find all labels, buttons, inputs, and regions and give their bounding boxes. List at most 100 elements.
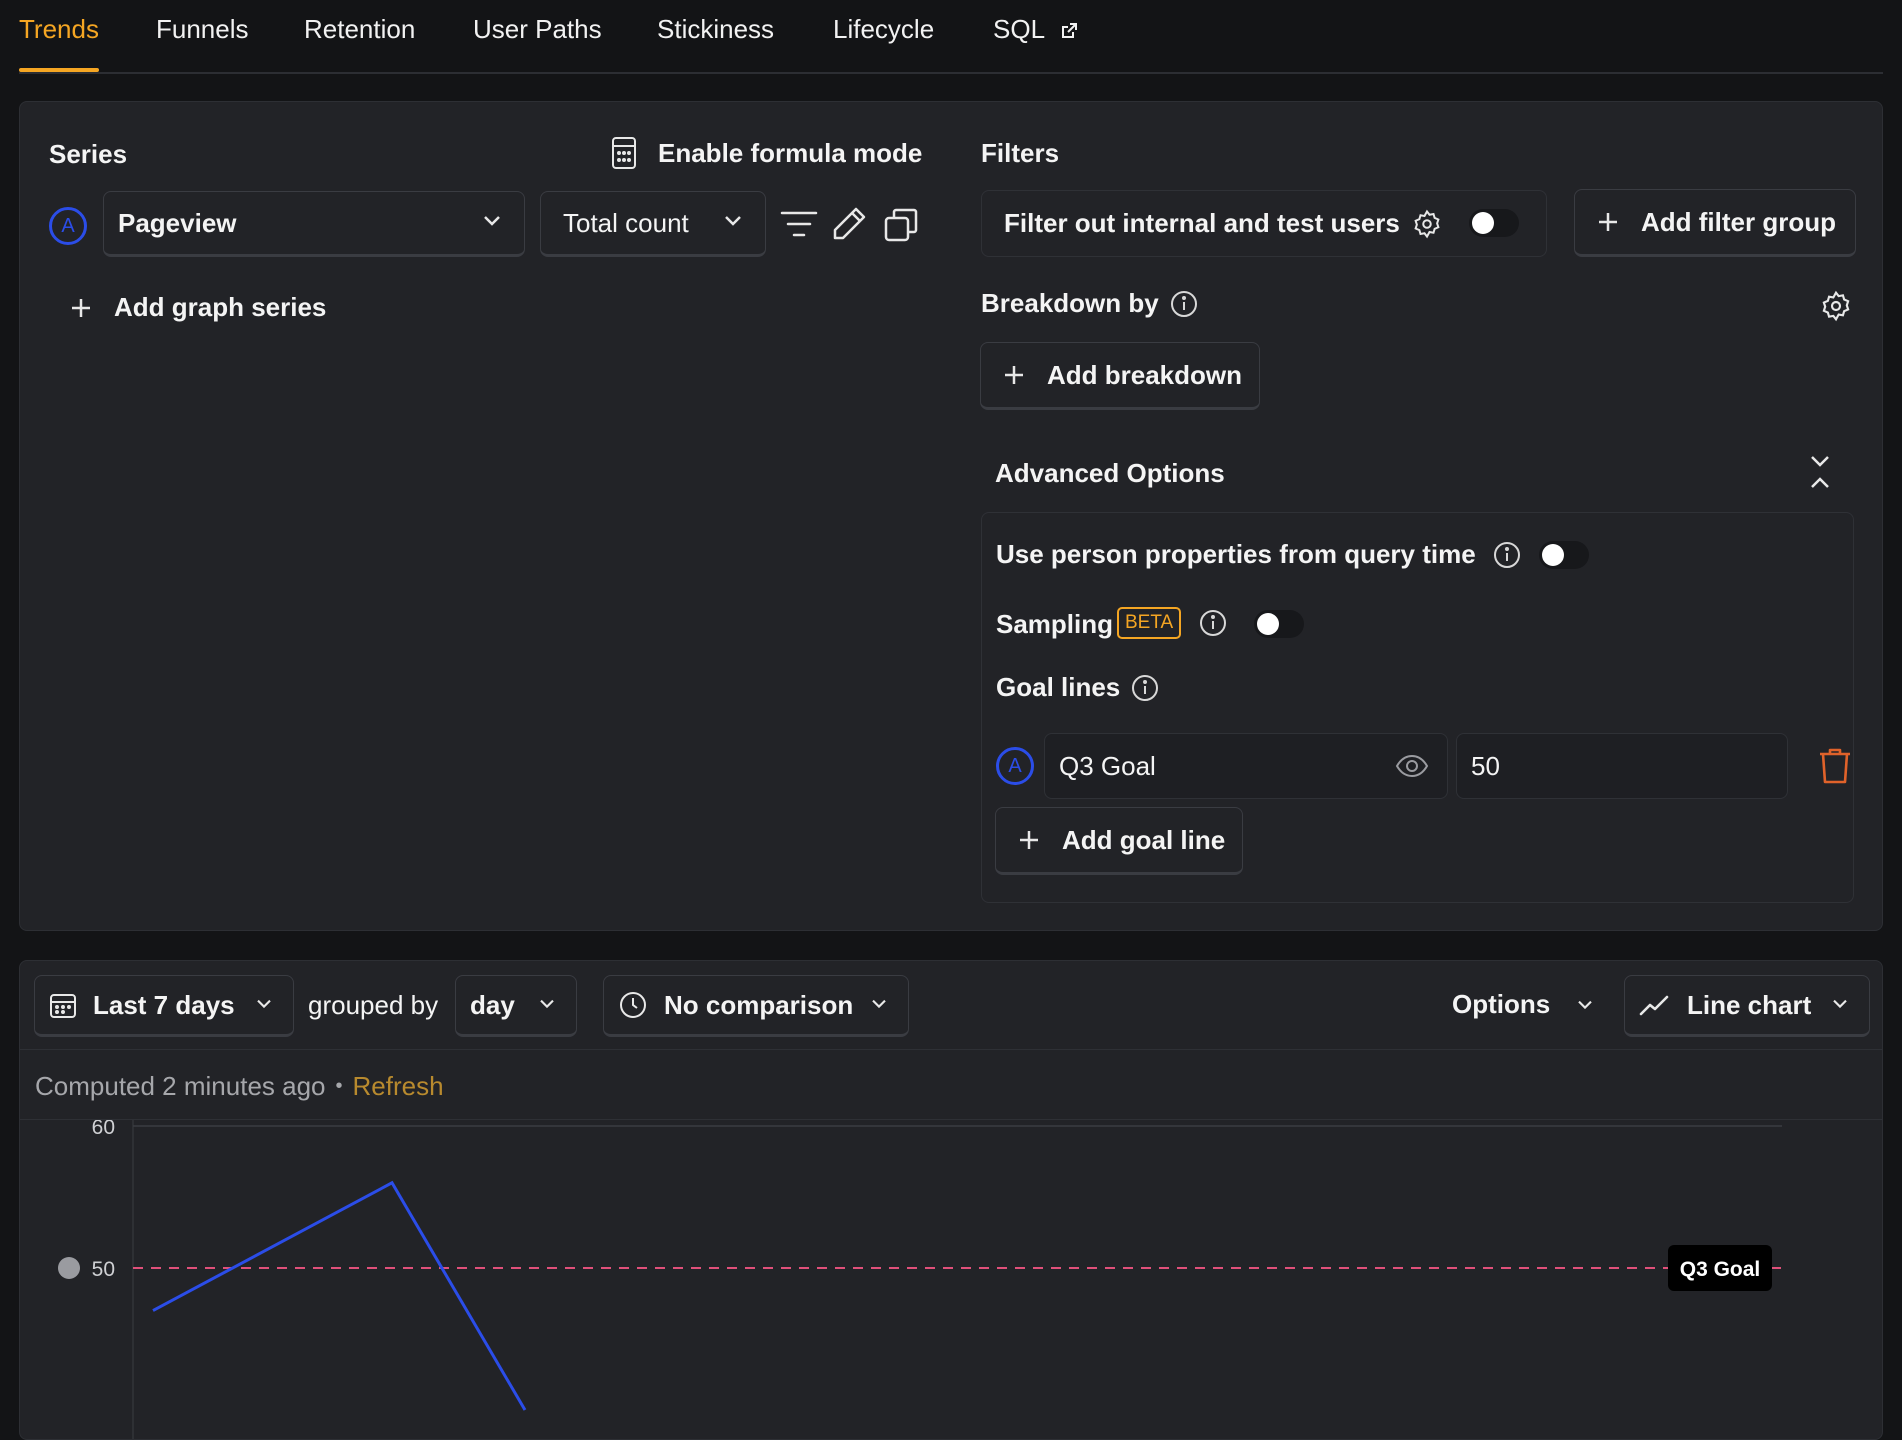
- toggle-knob: [1542, 544, 1564, 566]
- tab-sql[interactable]: SQL: [993, 14, 1079, 45]
- tab-retention[interactable]: Retention: [304, 14, 415, 45]
- goal-line-marker: [58, 1257, 80, 1279]
- eye-icon[interactable]: [1395, 754, 1429, 778]
- goal-line-value: 50: [1471, 750, 1500, 781]
- person-props-toggle[interactable]: [1539, 541, 1589, 569]
- duplicate-series-icon[interactable]: [884, 208, 918, 242]
- math-select-value: Total count: [563, 207, 689, 238]
- add-breakdown-label: Add breakdown: [1047, 359, 1243, 390]
- chevron-down-icon: [723, 214, 743, 228]
- advanced-options-heading: Advanced Options: [995, 458, 1225, 488]
- add-goal-line-label: Add goal line: [1062, 824, 1226, 855]
- series-filter-icon[interactable]: [780, 208, 818, 242]
- breakdown-heading: Breakdown by: [981, 288, 1199, 319]
- chevron-down-icon: [1831, 998, 1849, 1010]
- sampling-toggle[interactable]: [1254, 610, 1304, 638]
- plus-icon: [1003, 364, 1025, 386]
- event-select-value: Pageview: [118, 207, 237, 238]
- chart-type-value: Line chart: [1687, 989, 1812, 1020]
- date-range-value: Last 7 days: [93, 989, 235, 1020]
- chevron-down-icon: [255, 998, 273, 1010]
- test-users-filter-label: Filter out internal and test users: [1004, 208, 1400, 238]
- filters-heading: Filters: [981, 138, 1060, 168]
- calendar-icon: [49, 991, 77, 1019]
- refresh-link[interactable]: Refresh: [353, 1071, 444, 1102]
- series-heading: Series: [49, 139, 128, 169]
- chevron-down-icon: [538, 998, 556, 1010]
- toggle-knob: [1257, 613, 1279, 635]
- delete-trash-icon[interactable]: [1818, 747, 1852, 785]
- tab-funnels[interactable]: Funnels: [156, 14, 249, 45]
- add-filter-group-button[interactable]: Add filter group: [1574, 189, 1856, 257]
- date-range-select[interactable]: Last 7 days: [34, 975, 294, 1037]
- y-tick-label: 60: [92, 1120, 115, 1139]
- external-link-icon: [1059, 21, 1079, 41]
- interval-select[interactable]: day: [455, 975, 577, 1037]
- y-tick-label: 50: [92, 1258, 115, 1281]
- toggle-knob: [1472, 212, 1494, 234]
- rename-series-pencil-icon[interactable]: [830, 205, 868, 243]
- goal-line-label-input[interactable]: Q3 Goal: [1044, 733, 1448, 799]
- chart-type-select[interactable]: Line chart: [1624, 975, 1870, 1037]
- add-goal-line-button[interactable]: Add goal line: [995, 807, 1243, 875]
- add-graph-series-label: Add graph series: [114, 292, 327, 322]
- active-tab-indicator: [19, 68, 99, 72]
- goal-line-value-input[interactable]: 50: [1456, 733, 1788, 799]
- test-users-filter: Filter out internal and test users: [981, 190, 1547, 257]
- tab-lifecycle[interactable]: Lifecycle: [833, 14, 934, 45]
- breakdown-heading-label: Breakdown by: [981, 288, 1159, 318]
- person-props-row: Use person properties from query time: [996, 539, 1522, 570]
- series-a-line: [152, 1180, 527, 1411]
- plus-icon: [70, 297, 92, 319]
- grouped-by-label: grouped by: [308, 990, 439, 1020]
- status-separator: •: [335, 1075, 343, 1097]
- breakdown-settings-gear-icon[interactable]: [1820, 290, 1852, 322]
- tab-trends[interactable]: Trends: [19, 14, 99, 45]
- formula-mode-label: Enable formula mode: [658, 137, 923, 168]
- math-select[interactable]: Total count: [540, 191, 766, 257]
- chevron-down-icon: [870, 998, 888, 1010]
- trend-chart: 60 50 Q3 Goal: [58, 1120, 1782, 1439]
- insight-tabs: Trends Funnels Retention User Paths Stic…: [19, 0, 1883, 74]
- person-props-label: Use person properties from query time: [996, 539, 1476, 569]
- insight-panel: Last 7 days grouped by day No comparison…: [19, 960, 1883, 1440]
- options-label: Options: [1452, 989, 1551, 1019]
- goal-line-tag-label: Q3 Goal: [1680, 1258, 1761, 1281]
- settings-gear-icon[interactable]: [1412, 209, 1442, 239]
- series-badge-a: A: [49, 207, 87, 245]
- comparison-value: No comparison: [664, 989, 854, 1020]
- interval-value: day: [470, 989, 515, 1020]
- formula-mode-button[interactable]: Enable formula mode: [610, 136, 922, 170]
- chevron-down-icon: [482, 214, 502, 228]
- line-chart-icon: [1639, 994, 1669, 1016]
- add-breakdown-button[interactable]: Add breakdown: [980, 342, 1260, 410]
- computed-status: Computed 2 minutes ago • Refresh: [35, 1071, 444, 1102]
- advanced-options-body: Use person properties from query time Sa…: [981, 512, 1854, 903]
- goal-line-label-value: Q3 Goal: [1059, 750, 1156, 781]
- sampling-label: Sampling: [996, 609, 1114, 639]
- event-select[interactable]: Pageview: [103, 191, 525, 257]
- query-editor-panel: Series Enable formula mode A Pageview To…: [19, 101, 1883, 931]
- chevron-down-icon: [1576, 999, 1594, 1011]
- beta-badge: BETA: [1117, 607, 1182, 639]
- clock-icon: [618, 990, 648, 1020]
- goal-lines-heading: Goal lines: [996, 672, 1160, 703]
- comparison-select[interactable]: No comparison: [603, 975, 909, 1037]
- info-icon[interactable]: [1492, 540, 1522, 570]
- tab-user-paths[interactable]: User Paths: [473, 14, 602, 45]
- goal-lines-label: Goal lines: [996, 672, 1121, 702]
- info-icon[interactable]: [1130, 673, 1160, 703]
- goal-line-badge-a: A: [996, 747, 1034, 785]
- test-users-toggle[interactable]: [1469, 209, 1519, 237]
- tab-stickiness[interactable]: Stickiness: [657, 14, 774, 45]
- collapse-chevrons-icon[interactable]: [1806, 454, 1834, 490]
- add-graph-series-button[interactable]: Add graph series: [70, 292, 326, 323]
- calculator-icon: [610, 136, 638, 170]
- computed-time-text: Computed 2 minutes ago: [35, 1071, 326, 1101]
- tab-sql-label: SQL: [993, 14, 1045, 44]
- toolbar-divider: [20, 1049, 1882, 1050]
- plus-icon: [1018, 829, 1040, 851]
- info-icon[interactable]: [1198, 608, 1228, 638]
- options-button[interactable]: Options: [1452, 989, 1594, 1020]
- info-icon[interactable]: [1169, 289, 1199, 319]
